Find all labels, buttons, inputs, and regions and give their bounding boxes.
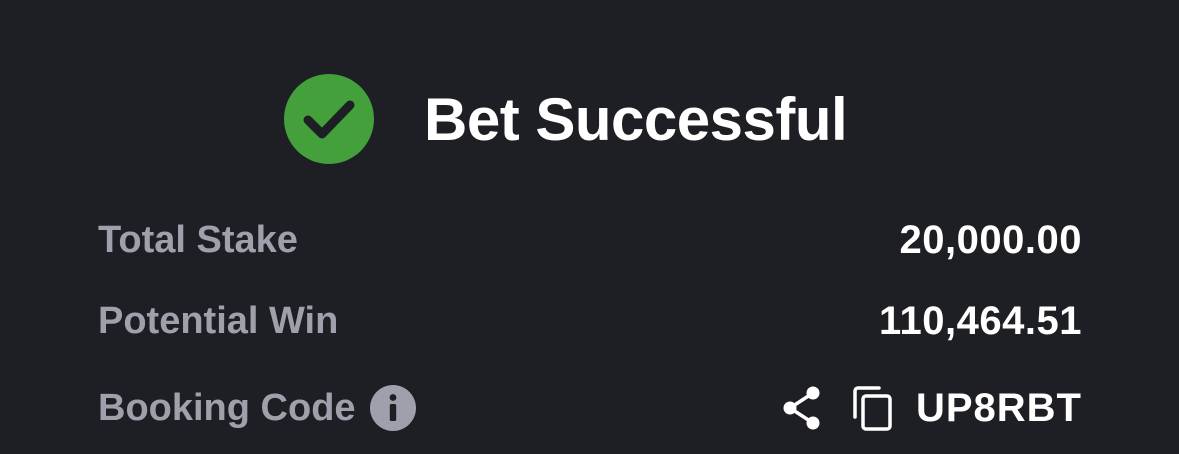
potential-win-label: Potential Win xyxy=(98,299,339,342)
booking-code-label: Booking Code xyxy=(98,386,356,429)
total-stake-label: Total Stake xyxy=(98,218,298,261)
bet-success-panel: Bet Successful Total Stake 20,000.00 Pot… xyxy=(0,0,1179,454)
check-circle-icon xyxy=(284,74,374,164)
potential-win-row: Potential Win 110,464.51 xyxy=(98,291,1082,351)
booking-code-value[interactable]: UP8RBT xyxy=(916,386,1082,431)
total-stake-row: Total Stake 20,000.00 xyxy=(98,210,1082,270)
total-stake-value: 20,000.00 xyxy=(899,217,1082,262)
share-icon[interactable] xyxy=(780,384,824,432)
copy-icon[interactable] xyxy=(852,384,894,432)
potential-win-value: 110,464.51 xyxy=(879,298,1082,343)
page-title: Bet Successful xyxy=(424,85,848,153)
bet-success-header: Bet Successful xyxy=(284,74,848,164)
booking-code-actions: UP8RBT xyxy=(780,384,1082,432)
booking-code-row: Booking Code UP8RBT xyxy=(98,378,1082,438)
info-icon[interactable] xyxy=(369,385,416,431)
booking-code-label-group: Booking Code xyxy=(98,385,416,431)
